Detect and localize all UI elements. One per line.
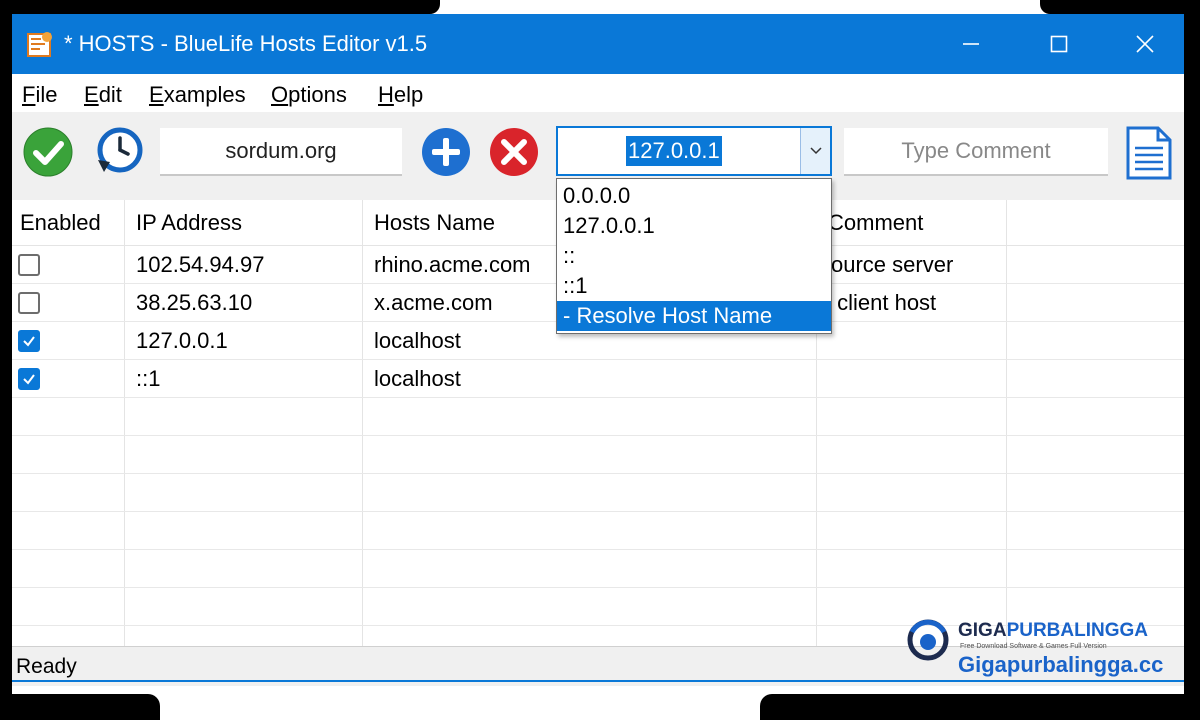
ip-cell: 102.54.94.97 [136, 252, 265, 277]
ip-option-resolve-host-name[interactable]: - Resolve Host Name [557, 301, 831, 331]
minimize-icon [963, 43, 979, 45]
empty-row [12, 436, 1184, 474]
enabled-checkbox[interactable] [18, 254, 40, 276]
frame-left [0, 0, 12, 720]
comment-cell: source server [820, 252, 954, 277]
checkmark-icon [23, 336, 35, 347]
empty-row [12, 550, 1184, 588]
chevron-down-icon [809, 147, 822, 155]
watermark-brand-b: PURBALINGGA [1006, 620, 1149, 641]
menu-bar: File Edit Examples Options Help [12, 74, 1184, 112]
menu-edit[interactable]: Edit [84, 82, 122, 108]
app-window: * HOSTS - BlueLife Hosts Editor v1.5 Fil… [12, 14, 1184, 694]
comment-input[interactable]: Type Comment [844, 128, 1108, 176]
menu-help[interactable]: Help [378, 82, 423, 108]
menu-examples[interactable]: Examples [149, 82, 246, 108]
ip-option[interactable]: :: [557, 241, 831, 271]
column-header-comment[interactable]: Comment [828, 210, 923, 236]
ip-combobox-value: 127.0.0.1 [626, 136, 722, 166]
minimize-button[interactable] [932, 14, 1010, 74]
title-bar[interactable]: * HOSTS - BlueLife Hosts Editor v1.5 [12, 14, 1184, 74]
close-button[interactable] [1106, 14, 1184, 74]
menu-file-label: ile [35, 82, 58, 107]
save-check-icon[interactable] [22, 126, 74, 178]
menu-examples-label: xamples [163, 82, 246, 107]
host-cell: x.acme.com [374, 290, 493, 315]
enabled-checkbox[interactable] [18, 292, 40, 314]
frame-right [1184, 0, 1200, 720]
empty-row [12, 398, 1184, 436]
host-cell: localhost [374, 366, 461, 391]
menu-file[interactable]: File [22, 82, 57, 108]
column-header-hosts-name[interactable]: Hosts Name [374, 210, 495, 236]
watermark-brand: GIGAPURBALINGGA [958, 620, 1148, 642]
menu-options-label: ptions [288, 82, 347, 107]
watermark: GIGAPURBALINGGA Free Download Software &… [906, 614, 1176, 688]
ip-option[interactable]: 127.0.0.1 [557, 211, 831, 241]
host-cell: localhost [374, 328, 461, 353]
ip-dropdown-list: 0.0.0.0 127.0.0.1 :: ::1 - Resolve Host … [556, 178, 832, 334]
add-entry-icon[interactable] [420, 126, 472, 178]
menu-file-mnemonic: F [22, 82, 36, 107]
document-icon[interactable] [1124, 126, 1174, 180]
frame-bottom-right [760, 694, 1200, 720]
status-text: Ready [16, 655, 77, 678]
menu-examples-mnemonic: E [149, 82, 164, 107]
enabled-checkbox[interactable] [18, 330, 40, 352]
menu-options[interactable]: Options [271, 82, 347, 108]
menu-help-label: elp [393, 82, 424, 107]
empty-row [12, 512, 1184, 550]
menu-help-mnemonic: H [378, 82, 394, 107]
checkmark-icon [23, 374, 35, 385]
restore-clock-icon[interactable] [92, 126, 144, 178]
maximize-button[interactable] [1020, 14, 1098, 74]
frame-top-right [1040, 0, 1200, 14]
maximize-icon [1050, 35, 1068, 53]
watermark-logo-icon [907, 619, 949, 661]
ip-option[interactable]: 0.0.0.0 [557, 181, 831, 211]
empty-row [12, 474, 1184, 512]
frame-top-left [0, 0, 440, 14]
enabled-checkbox[interactable] [18, 368, 40, 390]
menu-edit-label: dit [98, 82, 122, 107]
host-name-input[interactable]: sordum.org [160, 128, 402, 176]
ip-cell: 38.25.63.10 [136, 290, 253, 315]
comment-cell: x client host [820, 290, 937, 315]
ip-address-combobox[interactable]: 127.0.0.1 [556, 126, 832, 176]
delete-entry-icon[interactable] [488, 126, 540, 178]
column-header-enabled[interactable]: Enabled [20, 210, 101, 236]
table-row[interactable]: ::1 localhost [12, 360, 1184, 398]
menu-edit-mnemonic: E [84, 82, 99, 107]
watermark-url: Gigapurbalingga.cc [958, 652, 1164, 677]
ip-cell: 127.0.0.1 [136, 328, 228, 353]
watermark-brand-a: GIGA [958, 620, 1007, 641]
column-header-ip-address[interactable]: IP Address [136, 210, 242, 236]
watermark-tagline: Free Download Software & Games Full Vers… [960, 643, 1107, 650]
window-title: * HOSTS - BlueLife Hosts Editor v1.5 [64, 31, 428, 56]
close-icon [1136, 35, 1154, 53]
ip-cell: ::1 [136, 366, 161, 391]
app-icon [27, 32, 52, 57]
combobox-dropdown-button[interactable] [800, 128, 830, 174]
ip-option[interactable]: ::1 [557, 271, 831, 301]
frame-bottom-left [0, 694, 160, 720]
menu-options-mnemonic: O [271, 82, 289, 107]
host-cell: rhino.acme.com [374, 252, 531, 277]
